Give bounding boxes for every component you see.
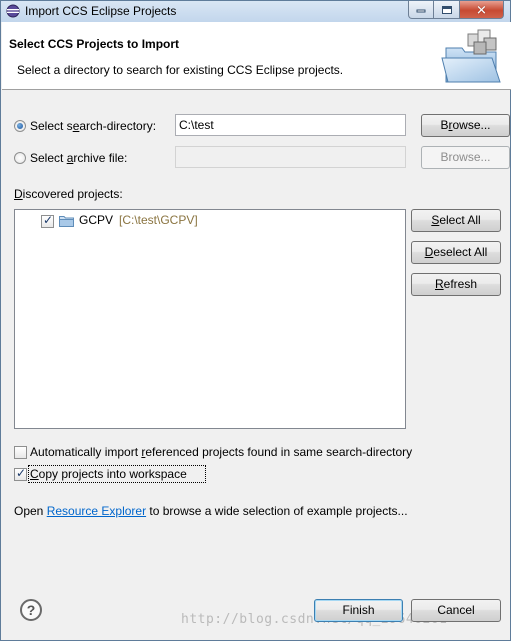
label-text: arch-directory:: [79, 119, 157, 133]
discovered-projects-label: Discovered projects:: [14, 187, 123, 201]
project-checkbox[interactable]: ✓: [41, 213, 54, 228]
eclipse-app-icon: [6, 4, 20, 18]
resource-explorer-line: Open Resource Explorer to browse a wide …: [14, 504, 408, 518]
window-title: Import CCS Eclipse Projects: [25, 4, 177, 18]
maximize-icon: [441, 5, 452, 14]
resource-explorer-link[interactable]: Resource Explorer: [47, 504, 146, 518]
archive-file-radio[interactable]: [14, 152, 26, 164]
label-text: Automatically import: [30, 445, 142, 459]
label-mnemonic: C: [30, 467, 39, 481]
label-text: opy projects into workspace: [38, 467, 187, 481]
select-all-button[interactable]: Select All: [411, 209, 501, 232]
label-text: to browse a wide selection of example pr…: [146, 504, 408, 518]
checkmark-icon: ✓: [43, 213, 54, 227]
deselect-all-button[interactable]: Deselect All: [411, 241, 501, 264]
list-item[interactable]: ✓ GCPV [C:\test\GCPV]: [15, 210, 405, 230]
maximize-button[interactable]: [434, 1, 460, 19]
browse-archive-button: Browse...: [421, 146, 510, 169]
help-icon[interactable]: ?: [20, 599, 42, 621]
label-mnemonic: D: [14, 187, 23, 201]
search-directory-label[interactable]: Select search-directory:: [30, 119, 156, 133]
copy-projects-label[interactable]: Copy projects into workspace: [30, 467, 187, 481]
window-controls: ✕: [408, 1, 504, 19]
header-title: Select CCS Projects to Import: [9, 37, 180, 51]
refresh-button[interactable]: Refresh: [411, 273, 501, 296]
label-text: Select: [30, 151, 67, 165]
search-directory-input[interactable]: [175, 114, 406, 136]
minimize-button[interactable]: [408, 1, 434, 19]
close-button[interactable]: ✕: [460, 1, 504, 19]
button-text: owse...: [452, 118, 491, 132]
label-text: Select s: [30, 119, 73, 133]
checkmark-icon: ✓: [16, 466, 27, 480]
close-icon: ✕: [476, 2, 487, 17]
header-description: Select a directory to search for existin…: [17, 63, 344, 77]
project-path: [C:\test\GCPV]: [119, 213, 198, 227]
finish-button[interactable]: Finish: [314, 599, 403, 622]
auto-import-checkbox[interactable]: [14, 446, 27, 459]
cancel-button[interactable]: Cancel: [411, 599, 501, 622]
button-mnemonic: D: [424, 245, 434, 259]
label-text: Open: [14, 504, 47, 518]
button-text: eselect All: [433, 245, 488, 259]
copy-projects-checkbox[interactable]: ✓: [14, 466, 27, 481]
archive-file-input: [175, 146, 406, 168]
button-text: efresh: [443, 277, 478, 291]
auto-import-label[interactable]: Automatically import referenced projects…: [30, 445, 412, 459]
label-text: eferenced projects found in same search-…: [145, 445, 413, 459]
projects-list[interactable]: ✓ GCPV [C:\test\GCPV]: [14, 209, 406, 429]
archive-file-label[interactable]: Select archive file:: [30, 151, 127, 165]
button-mnemonic: R: [434, 277, 444, 291]
button-text: elect All: [439, 213, 481, 227]
label-text: iscovered projects:: [22, 187, 123, 201]
search-directory-radio[interactable]: [14, 120, 26, 132]
folder-icon: [59, 216, 74, 227]
browse-directory-button[interactable]: Browse...: [421, 114, 510, 137]
project-name: GCPV: [79, 213, 114, 227]
import-dialog: Import CCS Eclipse Projects ✕ Select CCS…: [0, 0, 511, 641]
title-bar[interactable]: Import CCS Eclipse Projects ✕: [1, 1, 510, 22]
wizard-header: Select CCS Projects to Import Select a d…: [2, 22, 511, 90]
import-wizard-icon: [441, 29, 501, 83]
minimize-icon: [416, 9, 426, 13]
button-text: B: [440, 118, 449, 132]
label-text: rchive file:: [73, 151, 128, 165]
